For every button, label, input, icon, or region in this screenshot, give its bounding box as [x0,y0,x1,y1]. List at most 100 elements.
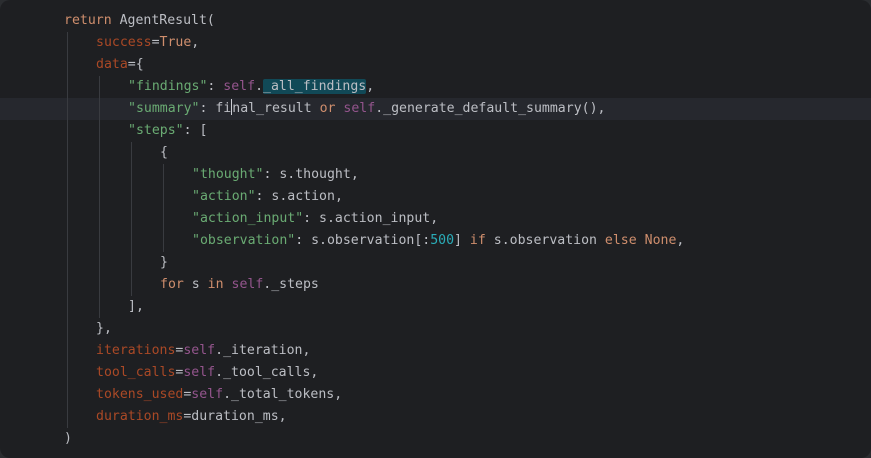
code-text: duration_ms=duration_ms, [96,406,287,428]
code-token: s.observation[: [311,233,431,248]
code-text: data={ [96,54,144,76]
indent-guide [67,406,68,428]
indent-guide [67,384,68,406]
code-token: . [255,79,264,94]
code-token: iterations [96,343,176,358]
code-token: self [183,343,216,358]
code-token: duration_ms [96,409,184,424]
code-line[interactable]: ) [0,428,871,450]
code-token: : [303,211,320,226]
indent-guide [67,98,68,120]
code-token: self [231,277,264,292]
code-line[interactable]: "steps": [ [0,120,871,142]
code-token: ], [128,299,144,314]
indent-guide [99,98,100,120]
indent-guide [163,230,164,252]
indent-guide [67,340,68,362]
indent-guide [163,186,164,208]
indent-guide [99,186,100,208]
indent-guide [99,274,100,296]
code-line[interactable]: success=True, [0,32,871,54]
code-token: in [207,277,224,292]
code-line[interactable]: } [0,252,871,274]
code-line[interactable]: data={ [0,54,871,76]
code-line[interactable]: }, [0,318,871,340]
indent-guide [67,208,68,230]
code-area[interactable]: return AgentResult(success=True, data={"f… [0,10,871,450]
code-token: tool_calls [96,365,176,380]
code-token: "observation" [192,233,296,248]
code-token: }, [96,321,112,336]
code-token: data [96,57,128,72]
indent-guide [99,230,100,252]
code-token: self [343,101,376,116]
code-text: "action_input": s.action_input, [192,208,438,230]
code-text: tokens_used=self._total_tokens, [96,384,342,406]
highlighted-identifier: _all_findings [263,79,367,94]
code-text: ) [64,428,72,450]
indent-guide [67,186,68,208]
indent-guide [67,142,68,164]
code-text: { [160,142,168,164]
code-line[interactable]: iterations=self._iteration, [0,340,871,362]
code-token: "thought" [192,167,264,182]
code-text: "steps": [ [128,120,207,142]
code-token: 500 [430,233,455,248]
code-line[interactable]: "action_input": s.action_input, [0,208,871,230]
code-token: : [255,189,272,204]
indent-guide [67,252,68,274]
code-token: self [191,387,224,402]
code-line[interactable]: ], [0,296,871,318]
indent-guide [163,208,164,230]
indent-guide [131,208,132,230]
code-line[interactable]: "action": s.action, [0,186,871,208]
code-token: "steps" [128,123,184,138]
indent-guide [67,164,68,186]
code-text: "action": s.action, [192,186,343,208]
code-token: , [366,79,375,94]
code-line[interactable]: return AgentResult( [0,10,871,32]
code-text: success=True, [96,32,199,54]
indent-guide [131,230,132,252]
code-token: s.action_input, [319,211,439,226]
code-editor[interactable]: return AgentResult(success=True, data={"f… [0,0,871,458]
indent-guide [99,252,100,274]
code-token: , [191,35,200,50]
indent-guide [67,296,68,318]
code-token: if [469,233,486,248]
code-line[interactable]: duration_ms=duration_ms, [0,406,871,428]
code-line[interactable]: for s in self._steps [0,274,871,296]
code-line-current[interactable]: "summary": final_result or self._generat… [0,98,871,120]
code-text: "summary": final_result or self._generat… [128,98,605,120]
indent-guide [67,120,68,142]
code-token: or [311,101,344,116]
code-line[interactable]: "findings": self._all_findings, [0,76,871,98]
code-token: ._steps [263,277,319,292]
code-line[interactable]: "thought": s.thought, [0,164,871,186]
code-token: fi [215,101,232,116]
code-token: ) [64,431,72,446]
indent-guide [67,230,68,252]
code-token: : [295,233,312,248]
code-text: "findings": self._all_findings, [128,76,374,98]
code-line[interactable]: { [0,142,871,164]
code-line[interactable]: tool_calls=self._tool_calls, [0,362,871,384]
code-line[interactable]: "observation": s.observation[:500] if s.… [0,230,871,252]
code-token: = [151,35,160,50]
code-text: "observation": s.observation[:500] if s.… [192,230,684,252]
indent-guide [163,164,164,186]
code-token: "action" [192,189,256,204]
code-text: iterations=self._iteration, [96,340,310,362]
indent-guide [67,318,68,340]
code-token: "findings" [128,79,208,94]
code-text: ], [128,296,144,318]
indent-guide [131,164,132,186]
code-token: : [ [183,123,208,138]
code-token: self [183,365,216,380]
code-token: "summary" [128,101,200,116]
code-line[interactable]: tokens_used=self._total_tokens, [0,384,871,406]
indent-guide [67,32,68,54]
code-token: s [183,277,208,292]
